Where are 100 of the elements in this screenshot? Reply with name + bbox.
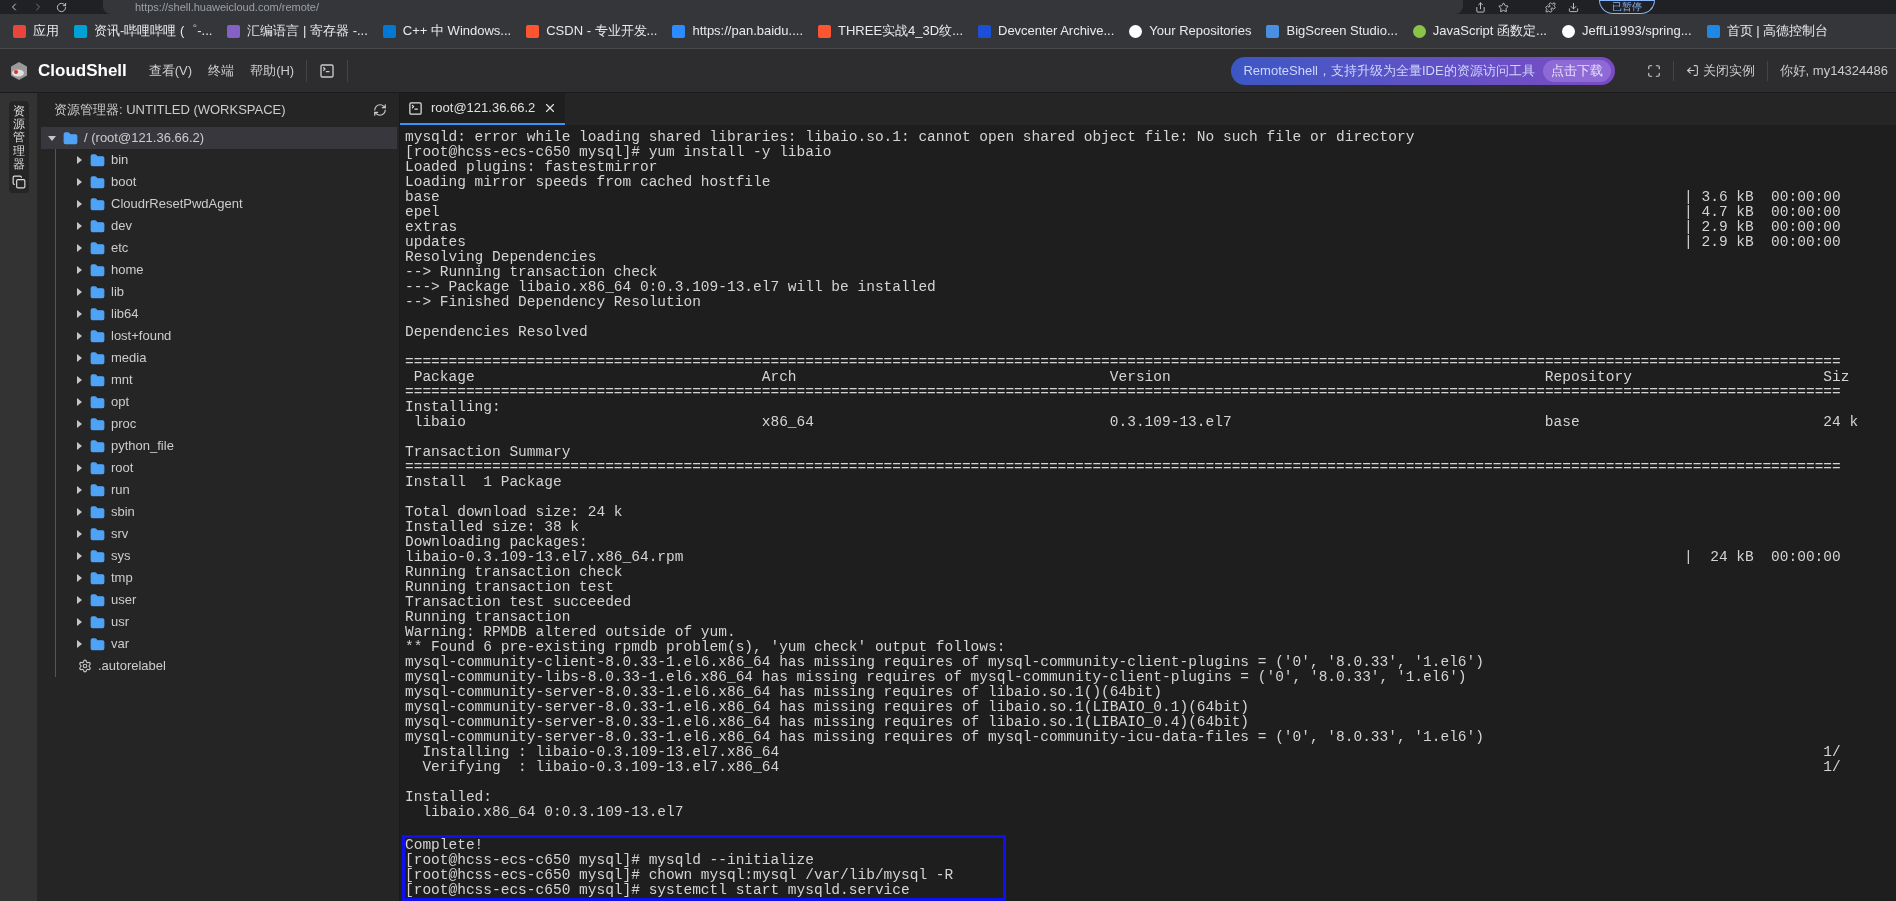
terminal-line: ** Found 6 pre-existing rpmdb problem(s), 'yum check' output follows: [405, 640, 1006, 655]
expand-arrow-icon[interactable] [74, 463, 84, 473]
tree-item[interactable]: run [56, 479, 397, 501]
tree-item[interactable]: media [56, 347, 397, 369]
expand-arrow-icon[interactable] [74, 595, 84, 605]
expand-arrow-icon[interactable] [74, 155, 84, 165]
folder-icon [90, 504, 105, 520]
bookmark[interactable]: 首页 | 高德控制台 [1705, 21, 1829, 41]
bookmark[interactable]: JeffLi1993/spring... [1560, 21, 1692, 41]
tree-item[interactable]: user [56, 589, 397, 611]
bookmark[interactable]: 资讯-哔哩哔哩 (゜-... [73, 21, 213, 41]
tree-item[interactable]: etc [56, 237, 397, 259]
expand-arrow-icon[interactable] [74, 639, 84, 649]
expand-arrow-icon[interactable] [74, 375, 84, 385]
expand-arrow-icon[interactable] [74, 243, 84, 253]
bookmark[interactable]: C++ 中 Windows... [381, 21, 512, 41]
tree-item[interactable]: tmp [56, 567, 397, 589]
tree-item[interactable]: / (root@121.36.66.2) [41, 127, 397, 149]
expand-arrow-icon[interactable] [74, 309, 84, 319]
bookmark[interactable]: THREE实战4_3D纹... [817, 21, 963, 41]
bookmark[interactable]: 应用 [12, 21, 59, 41]
terminal-tab[interactable]: root@121.36.66.2 [400, 93, 566, 125]
address-bar[interactable]: https://shell.huaweicloud.com/remote/ [103, 0, 1463, 14]
expand-arrow-icon[interactable] [74, 551, 84, 561]
star-icon[interactable] [1498, 1, 1509, 13]
tree-item[interactable]: root [56, 457, 397, 479]
terminal-line: Loaded plugins: fastestmirror [405, 160, 658, 175]
folder-icon [90, 592, 105, 608]
bookmark[interactable]: CSDN - 专业开发... [525, 21, 658, 41]
close-instance-button[interactable]: 关闭实例 [1685, 60, 1755, 81]
tree-item[interactable]: opt [56, 391, 397, 413]
tree-item[interactable]: mnt [56, 369, 397, 391]
bookmark[interactable]: 汇编语言 | 寄存器 -... [226, 21, 368, 41]
bookmark[interactable]: Your Repositories [1128, 21, 1252, 41]
expand-arrow-icon[interactable] [74, 287, 84, 297]
app-title: CloudShell [38, 59, 127, 82]
bookmark[interactable]: https://pan.baidu.... [671, 21, 803, 41]
expand-arrow-icon[interactable] [74, 507, 84, 517]
explorer-tab[interactable]: 资源管理器 [8, 101, 29, 193]
menu-item[interactable]: 查看(V) [148, 60, 193, 81]
expand-arrow-icon[interactable] [74, 485, 84, 495]
bookmark[interactable]: JavaScript 函数定... [1411, 21, 1547, 41]
tree-item[interactable]: sys [56, 545, 397, 567]
terminal-line: Dependencies Resolved [405, 325, 588, 340]
tree-item[interactable]: dev [56, 215, 397, 237]
folder-icon [90, 460, 105, 476]
table-cell: Arch [761, 369, 797, 385]
user-greeting[interactable]: 你好, my14324486 [1779, 60, 1888, 81]
share-icon[interactable] [1475, 1, 1486, 13]
menu-item[interactable]: 帮助(H) [250, 60, 295, 81]
explorer-label: 资源管理器 [12, 105, 25, 171]
terminal-line: | 2.9 kB 00:00:00 [1684, 220, 1841, 235]
expand-arrow-icon[interactable] [74, 419, 84, 429]
bookmark[interactable]: BigScreen Studio... [1265, 21, 1398, 41]
terminal-icon [408, 100, 423, 116]
tree-item[interactable]: usr [56, 611, 397, 633]
tree-item[interactable]: .autorelabel [56, 655, 397, 677]
tree-item[interactable]: home [56, 259, 397, 281]
refresh-icon[interactable] [373, 103, 387, 117]
logo-icon [8, 59, 30, 82]
terminal-line: base [405, 189, 440, 205]
expand-arrow-icon[interactable] [74, 199, 84, 209]
fullscreen-icon[interactable] [1646, 63, 1661, 78]
tree-item[interactable]: var [56, 633, 397, 655]
reload-icon[interactable] [56, 1, 67, 13]
tree-item[interactable]: lost+found [56, 325, 397, 347]
favicon-icon [1705, 23, 1721, 39]
promo-banner[interactable]: RemoteShell，支持升级为全量IDE的资源访问工具 点击下载 [1231, 56, 1615, 85]
terminal-line: Transaction Summary [405, 445, 571, 460]
favicon-icon [1560, 23, 1576, 39]
tree-item[interactable]: python_file [56, 435, 397, 457]
bookmark[interactable]: Devcenter Archive... [977, 21, 1115, 41]
tree-item[interactable]: bin [56, 149, 397, 171]
expand-arrow-icon[interactable] [74, 397, 84, 407]
tree-item[interactable]: boot [56, 171, 397, 193]
expand-arrow-icon[interactable] [74, 617, 84, 627]
tree-item[interactable]: CloudrResetPwdAgent [56, 193, 397, 215]
terminal-line: Loading mirror speeds from cached hostfile [405, 175, 771, 190]
exit-icon [1685, 64, 1699, 77]
tree-item[interactable]: lib [56, 281, 397, 303]
collapse-arrow-icon[interactable] [47, 133, 57, 143]
expand-arrow-icon[interactable] [74, 177, 84, 187]
terminal-line: Complete! [405, 838, 484, 853]
terminal-line: mysql-community-server-8.0.33-1.el6.x86_64 has missing requires of libaio.so.1()(64bit) [405, 685, 1163, 700]
extensions-icon[interactable] [1545, 1, 1556, 13]
folder-icon [90, 570, 105, 586]
tree-item[interactable]: srv [56, 523, 397, 545]
download-icon[interactable] [1568, 1, 1579, 13]
menu-item[interactable]: 终端 [208, 60, 235, 81]
expand-arrow-icon[interactable] [74, 353, 84, 363]
expand-arrow-icon[interactable] [74, 265, 84, 275]
tree-item[interactable]: lib64 [56, 303, 397, 325]
expand-arrow-icon[interactable] [74, 331, 84, 341]
expand-arrow-icon[interactable] [74, 441, 84, 451]
tree-item[interactable]: sbin [56, 501, 397, 523]
expand-arrow-icon[interactable] [74, 573, 84, 583]
tree-item[interactable]: proc [56, 413, 397, 435]
expand-arrow-icon[interactable] [74, 529, 84, 539]
expand-arrow-icon[interactable] [74, 221, 84, 231]
terminal-icon[interactable] [319, 62, 336, 79]
